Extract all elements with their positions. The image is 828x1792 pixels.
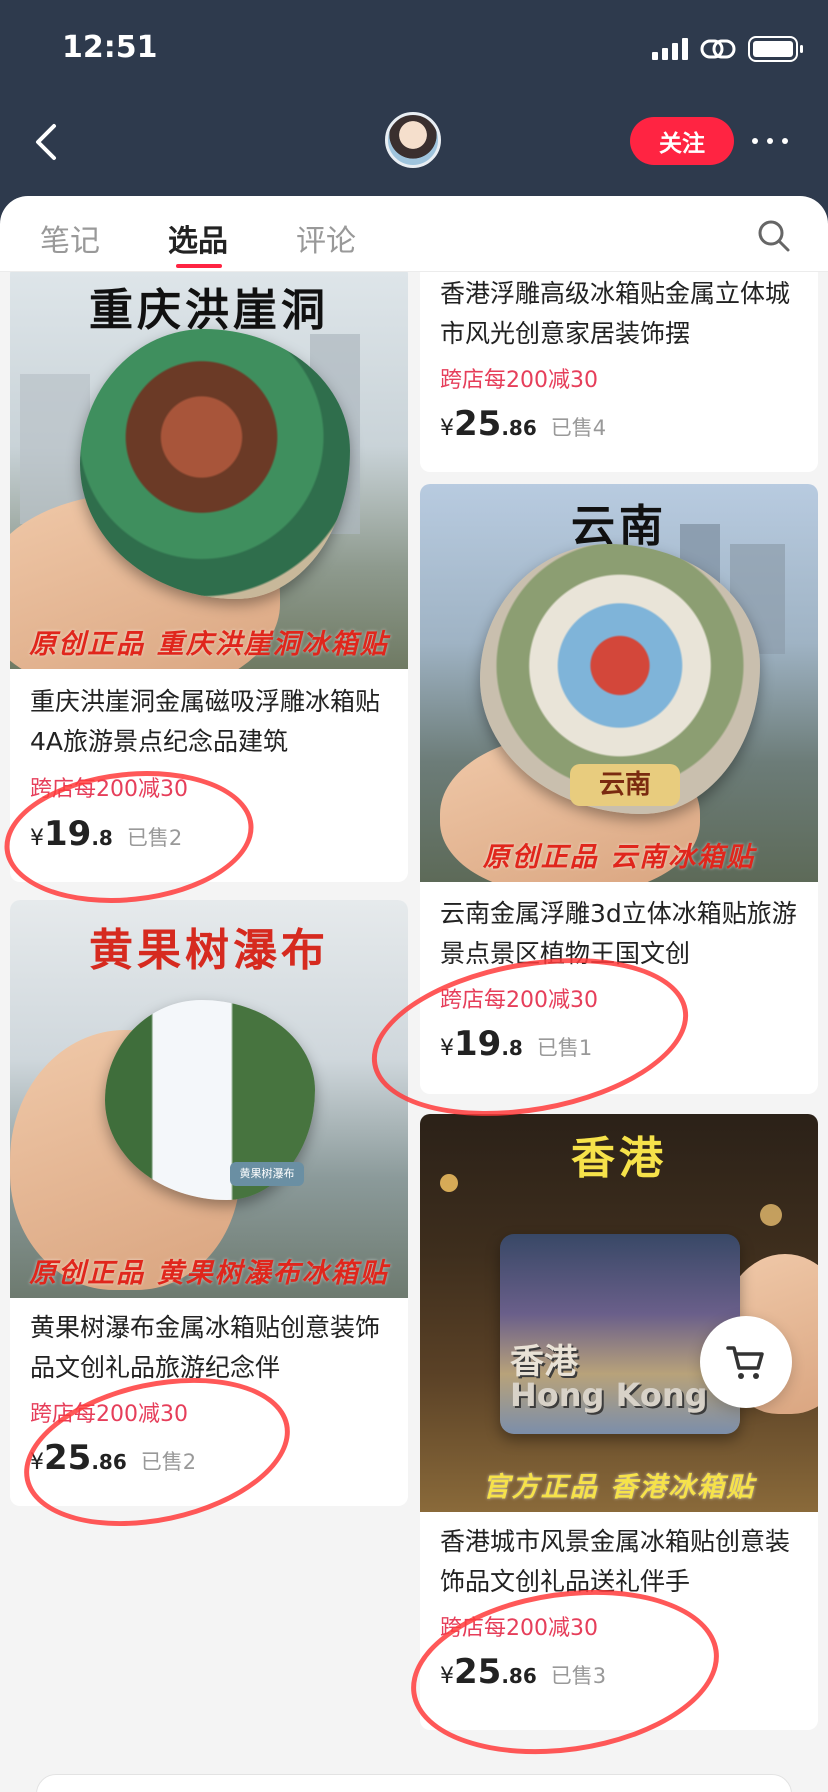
sold-count: 已售2: [140, 1450, 197, 1474]
tab-products[interactable]: 选品: [168, 216, 228, 260]
image-footer: 官方正品 香港冰箱贴: [482, 1472, 756, 1503]
tab-notes[interactable]: 笔记: [40, 216, 100, 260]
price-decimal: .8: [501, 1036, 523, 1060]
image-title: 香港: [571, 1133, 667, 1184]
price-integer: 25: [454, 404, 502, 444]
image-footer: 原创正品 黄果树瀑布冰箱贴: [29, 1258, 389, 1289]
sold-count: 已售3: [550, 1664, 607, 1688]
price-symbol: ¥: [30, 826, 44, 851]
price-decimal: .8: [91, 826, 113, 850]
promo-text: 跨店每200减30: [440, 368, 598, 393]
link-icon: [700, 39, 736, 59]
sold-count: 已售4: [550, 416, 607, 440]
product-image: 香港 香港 Hong Kong 官方正品 香港冰箱贴: [420, 1114, 818, 1512]
product-card[interactable]: 香港 香港 Hong Kong 官方正品 香港冰箱贴 香港城市风景金属冰箱贴创意…: [420, 1114, 818, 1730]
price: ¥ 25 .86 已售2: [30, 1438, 196, 1478]
price: ¥ 19 .8 已售1: [440, 1024, 592, 1064]
product-feed: 重庆洪崖洞 原创正品 重庆洪崖洞冰箱贴 重庆洪崖洞金属磁吸浮雕冰箱贴4A旅游景点…: [0, 272, 828, 1792]
back-icon[interactable]: [28, 120, 64, 164]
product-title: 黄果树瀑布金属冰箱贴创意装饰品文创礼品旅游纪念伴: [30, 1313, 381, 1382]
price-decimal: .86: [91, 1450, 127, 1474]
product-title: 香港城市风景金属冰箱贴创意装饰品文创礼品送礼伴手: [440, 1527, 791, 1596]
cart-button[interactable]: [700, 1316, 792, 1408]
price-decimal: .86: [501, 416, 537, 440]
sold-count: 已售2: [126, 826, 183, 850]
product-image: 黄果树瀑布 黄果树瀑布 原创正品 黄果树瀑布冰箱贴: [10, 900, 408, 1298]
promo-text: 跨店每200减30: [30, 777, 188, 802]
image-footer: 原创正品 云南冰箱贴: [482, 842, 756, 873]
product-title: 重庆洪崖洞金属磁吸浮雕冰箱贴4A旅游景点纪念品建筑: [30, 687, 381, 756]
bottom-input-bar[interactable]: [36, 1774, 792, 1792]
price-integer: 19: [454, 1024, 502, 1064]
cart-icon: [726, 1346, 764, 1379]
product-card[interactable]: 黄果树瀑布 黄果树瀑布 原创正品 黄果树瀑布冰箱贴 黄果树瀑布金属冰箱贴创意装饰…: [10, 900, 408, 1506]
promo-text: 跨店每200减30: [440, 988, 598, 1013]
price-decimal: .86: [501, 1664, 537, 1688]
product-image: 重庆洪崖洞 原创正品 重庆洪崖洞冰箱贴: [10, 272, 408, 669]
product-card[interactable]: 重庆洪崖洞 原创正品 重庆洪崖洞冰箱贴 重庆洪崖洞金属磁吸浮雕冰箱贴4A旅游景点…: [10, 272, 408, 882]
status-time: 12:51: [62, 30, 158, 65]
price: ¥ 25 .86 已售4: [440, 404, 606, 444]
product-title: 香港浮雕高级冰箱贴金属立体城市风光创意家居装饰摆: [440, 279, 791, 348]
status-icons: [652, 36, 803, 62]
tab-bar: 笔记 选品 评论: [0, 196, 828, 272]
image-title: 黄果树瀑布: [89, 925, 329, 976]
price-symbol: ¥: [440, 1036, 454, 1061]
avatar[interactable]: [385, 112, 441, 168]
price-symbol: ¥: [30, 1450, 44, 1475]
battery-icon: [748, 36, 803, 62]
active-tab-indicator: [176, 264, 222, 268]
sold-count: 已售1: [536, 1036, 593, 1060]
magnet-label: 云南: [570, 764, 680, 806]
product-title: 云南金属浮雕3d立体冰箱贴旅游景点景区植物王国文创: [440, 899, 797, 968]
product-card[interactable]: 云南 云南 原创正品 云南冰箱贴 云南金属浮雕3d立体冰箱贴旅游景点景区植物王国…: [420, 484, 818, 1094]
magnet-label: 黄果树瀑布: [230, 1162, 304, 1186]
image-footer: 原创正品 重庆洪崖洞冰箱贴: [29, 629, 389, 660]
search-icon[interactable]: [756, 218, 792, 254]
product-image: 云南 云南 原创正品 云南冰箱贴: [420, 484, 818, 882]
follow-button[interactable]: 关注: [630, 117, 734, 165]
price-symbol: ¥: [440, 416, 454, 441]
product-card[interactable]: 香港浮雕高级冰箱贴金属立体城市风光创意家居装饰摆 跨店每200减30 ¥ 25 …: [420, 272, 818, 472]
price: ¥ 25 .86 已售3: [440, 1652, 606, 1692]
promo-text: 跨店每200减30: [30, 1402, 188, 1427]
price-integer: 19: [44, 814, 92, 854]
promo-text: 跨店每200减30: [440, 1616, 598, 1641]
more-icon[interactable]: [752, 126, 800, 156]
price-integer: 25: [454, 1652, 502, 1692]
price-integer: 25: [44, 1438, 92, 1478]
tab-comments[interactable]: 评论: [296, 216, 356, 260]
price-symbol: ¥: [440, 1664, 454, 1689]
price: ¥ 19 .8 已售2: [30, 814, 182, 854]
signal-icon: [652, 38, 688, 60]
